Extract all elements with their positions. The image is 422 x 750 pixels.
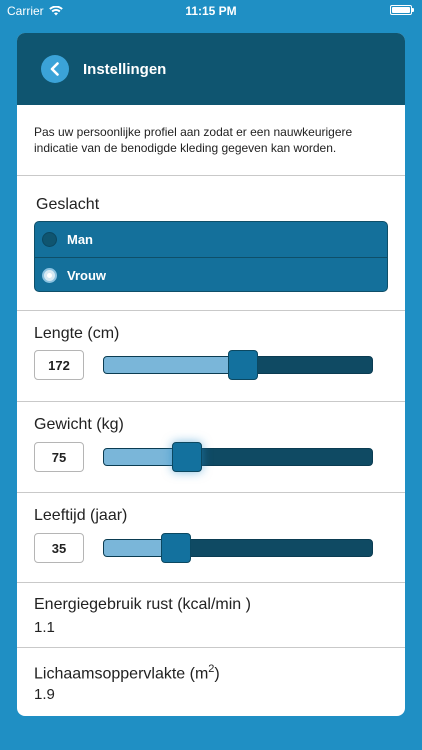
length-section: Lengte (cm) 172 [17, 311, 405, 401]
gender-option-label: Vrouw [67, 268, 107, 283]
age-section: Leeftijd (jaar) 35 [17, 493, 405, 582]
header-bar: Instellingen [17, 33, 405, 105]
battery-icon [390, 5, 414, 15]
length-slider[interactable] [103, 350, 373, 380]
body-surface-value: 1.9 [34, 686, 55, 703]
gender-option-vrouw[interactable]: Vrouw [35, 257, 387, 291]
body-surface-label-text: Lichaamsoppervlakte (m [34, 665, 209, 683]
age-label: Leeftijd (jaar) [34, 507, 128, 524]
energy-section: Energiegebruik rust (kcal/min ) 1.1 [17, 583, 405, 647]
gender-option-man[interactable]: Man [35, 222, 387, 257]
age-slider[interactable] [103, 533, 373, 563]
energy-value: 1.1 [34, 619, 55, 636]
body-surface-label-suffix: ) [214, 665, 220, 683]
status-time: 11:15 PM [185, 4, 237, 18]
slider-thumb[interactable] [161, 533, 192, 563]
gender-segment: Man Vrouw [34, 221, 388, 292]
intro-text: Pas uw persoonlijke profiel aan zodat er… [34, 125, 353, 155]
length-label: Lengte (cm) [34, 325, 120, 342]
weight-slider[interactable] [103, 442, 373, 472]
settings-card: Instellingen Pas uw persoonlijke profiel… [17, 33, 405, 716]
age-value[interactable]: 35 [34, 533, 84, 563]
slider-thumb[interactable] [172, 442, 203, 472]
status-bar: Carrier 11:15 PM [0, 0, 422, 22]
weight-label: Gewicht (kg) [34, 416, 124, 433]
body-surface-label: Lichaamsoppervlakte (m2) [34, 663, 220, 683]
length-value[interactable]: 172 [34, 350, 84, 380]
gender-label: Geslacht [36, 196, 100, 213]
body-surface-section: Lichaamsoppervlakte (m2) 1.9 [17, 648, 405, 716]
radio-icon [42, 232, 57, 247]
gender-section: Geslacht Man Vrouw [17, 176, 405, 310]
slider-fill [104, 357, 244, 373]
weight-section: Gewicht (kg) 75 [17, 402, 405, 492]
gender-option-label: Man [67, 232, 93, 247]
slider-thumb[interactable] [228, 350, 259, 380]
energy-label: Energiegebruik rust (kcal/min ) [34, 596, 251, 613]
chevron-left-icon [50, 62, 59, 76]
radio-selected-icon [42, 268, 57, 283]
weight-value[interactable]: 75 [34, 442, 84, 472]
back-button[interactable] [41, 55, 69, 83]
page-title: Instellingen [83, 61, 167, 78]
